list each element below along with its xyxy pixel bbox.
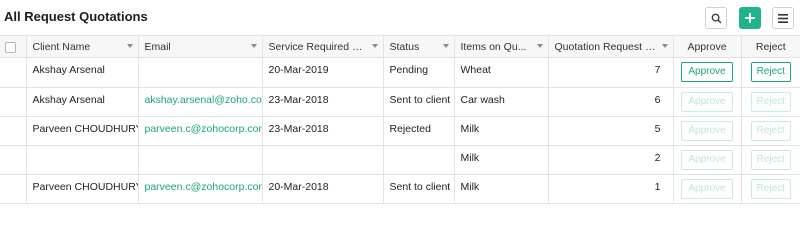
approve-button[interactable]: Approve <box>681 62 733 82</box>
items-cell: Milk <box>454 145 549 175</box>
email-cell <box>138 57 263 88</box>
quotation-number-cell: 7 <box>548 57 674 88</box>
row-select-cell <box>0 116 27 146</box>
reject-button: Reject <box>750 150 791 170</box>
service-date-cell: 23-Mar-2018 <box>262 87 384 117</box>
client-name-cell <box>26 145 139 175</box>
reject-button: Reject <box>750 92 791 112</box>
quotation-number-cell: 2 <box>548 145 674 175</box>
quotation-number-cell: 6 <box>548 87 674 117</box>
sort-caret-icon[interactable] <box>442 44 449 48</box>
status-cell: Rejected <box>383 116 455 146</box>
quotation-number-cell: 5 <box>548 116 674 146</box>
select-all-cell <box>0 35 27 58</box>
items-cell: Wheat <box>454 57 549 88</box>
sort-caret-icon[interactable] <box>126 44 133 48</box>
client-name-cell: Parveen CHOUDHURY <box>26 174 139 204</box>
row-select-cell <box>0 87 27 117</box>
sort-caret-icon[interactable] <box>371 44 378 48</box>
sort-caret-icon[interactable] <box>536 44 543 48</box>
email-cell[interactable]: parveen.c@zohocorp.com <box>138 174 263 204</box>
table-row[interactable]: Akshay Arsenal akshay.arsenal@zoho.com 23-… <box>0 87 800 117</box>
approve-cell: Approve <box>673 145 742 175</box>
row-select-cell <box>0 57 27 88</box>
service-date-cell <box>262 145 384 175</box>
reject-cell: Reject <box>741 145 800 175</box>
items-cell: Car wash <box>454 87 549 117</box>
add-button[interactable] <box>739 7 761 29</box>
email-cell <box>138 145 263 175</box>
service-date-cell: 23-Mar-2018 <box>262 116 384 146</box>
reject-cell: Reject <box>741 174 800 204</box>
reject-cell: Reject <box>741 57 800 88</box>
table-row[interactable]: Parveen CHOUDHURY parveen.c@zohocorp.com 2… <box>0 174 800 204</box>
quotations-table: Client Name Email Service Required bef..… <box>0 35 800 204</box>
service-date-cell: 20-Mar-2018 <box>262 174 384 204</box>
column-header-client-name[interactable]: Client Name <box>26 35 139 58</box>
column-header-items[interactable]: Items on Qu... <box>454 35 549 58</box>
client-name-cell: Akshay Arsenal <box>26 57 139 88</box>
search-icon <box>711 13 721 23</box>
hamburger-menu-icon <box>778 13 788 23</box>
select-all-checkbox[interactable] <box>5 42 16 53</box>
table-row[interactable]: Parveen CHOUDHURY parveen.c@zohocorp.com 2… <box>0 116 800 146</box>
table-row[interactable]: Akshay Arsenal 20-Mar-2019 Pending Wheat 7 Ap… <box>0 57 800 88</box>
column-header-email[interactable]: Email <box>138 35 263 58</box>
reject-cell: Reject <box>741 116 800 146</box>
email-cell[interactable]: akshay.arsenal@zoho.com <box>138 87 263 117</box>
page-title: All Request Quotations <box>4 9 148 24</box>
page-header: All Request Quotations <box>0 0 800 36</box>
reject-button[interactable]: Reject <box>750 62 791 82</box>
quotation-number-cell: 1 <box>548 174 674 204</box>
column-header-service-required[interactable]: Service Required bef... <box>262 35 384 58</box>
approve-cell: Approve <box>673 57 742 88</box>
plus-icon <box>745 13 755 23</box>
column-header-quotation-number[interactable]: Quotation Request Nu... <box>548 35 674 58</box>
approve-button: Approve <box>681 179 733 199</box>
reject-button: Reject <box>750 179 791 199</box>
status-cell <box>383 145 455 175</box>
status-cell: Pending <box>383 57 455 88</box>
service-date-cell: 20-Mar-2019 <box>262 57 384 88</box>
column-header-status[interactable]: Status <box>383 35 455 58</box>
approve-cell: Approve <box>673 116 742 146</box>
items-cell: Milk <box>454 174 549 204</box>
approve-button: Approve <box>681 121 733 141</box>
email-cell[interactable]: parveen.c@zohocorp.com <box>138 116 263 146</box>
row-select-cell <box>0 174 27 204</box>
column-header-approve: Approve <box>673 35 742 58</box>
status-cell: Sent to client <box>383 174 455 204</box>
column-header-reject: Reject <box>741 35 800 58</box>
reject-cell: Reject <box>741 87 800 117</box>
approve-button: Approve <box>681 92 733 112</box>
client-name-cell: Akshay Arsenal <box>26 87 139 117</box>
sort-caret-icon[interactable] <box>661 44 668 48</box>
row-select-cell <box>0 145 27 175</box>
table-row[interactable]: Milk 2 Approve Reject <box>0 145 800 175</box>
approve-cell: Approve <box>673 87 742 117</box>
menu-button[interactable] <box>772 7 794 29</box>
table-header-row: Client Name Email Service Required bef..… <box>0 35 800 58</box>
approve-cell: Approve <box>673 174 742 204</box>
approve-button: Approve <box>681 150 733 170</box>
client-name-cell: Parveen CHOUDHURY <box>26 116 139 146</box>
status-cell: Sent to client <box>383 87 455 117</box>
items-cell: Milk <box>454 116 549 146</box>
search-button[interactable] <box>705 7 727 29</box>
reject-button: Reject <box>750 121 791 141</box>
sort-caret-icon[interactable] <box>250 44 257 48</box>
